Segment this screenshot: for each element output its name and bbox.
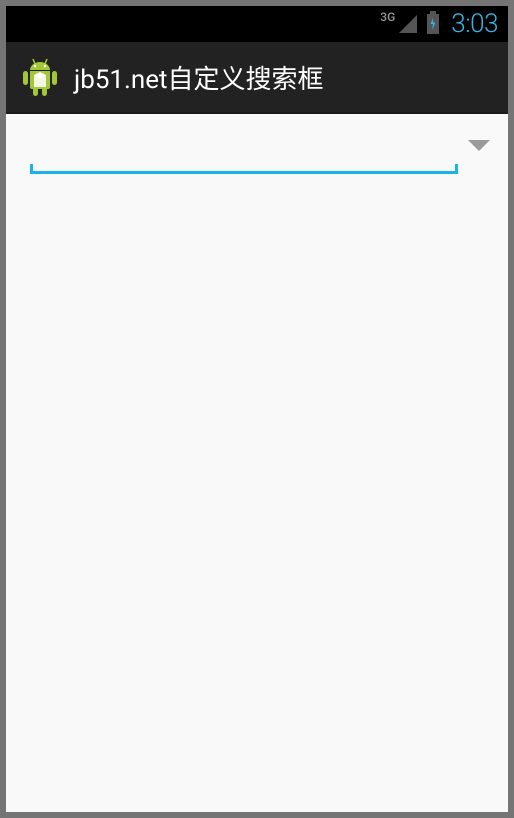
search-row xyxy=(6,126,508,178)
battery-icon xyxy=(427,14,439,34)
status-bar: 3G 3:03 xyxy=(6,6,508,42)
search-input[interactable] xyxy=(30,130,458,171)
app-icon xyxy=(20,57,60,97)
network-label: 3G xyxy=(380,10,395,24)
battery-charging-icon xyxy=(428,16,438,32)
content-area xyxy=(6,114,508,812)
app-title: jb51.net自定义搜索框 xyxy=(74,59,324,96)
device-frame: 3G 3:03 xyxy=(6,6,508,812)
dropdown-arrow-icon[interactable] xyxy=(468,140,490,151)
signal-icon xyxy=(399,15,417,33)
clock: 3:03 xyxy=(451,9,498,39)
search-field-wrapper xyxy=(30,130,458,174)
app-bar: jb51.net自定义搜索框 xyxy=(6,42,508,114)
